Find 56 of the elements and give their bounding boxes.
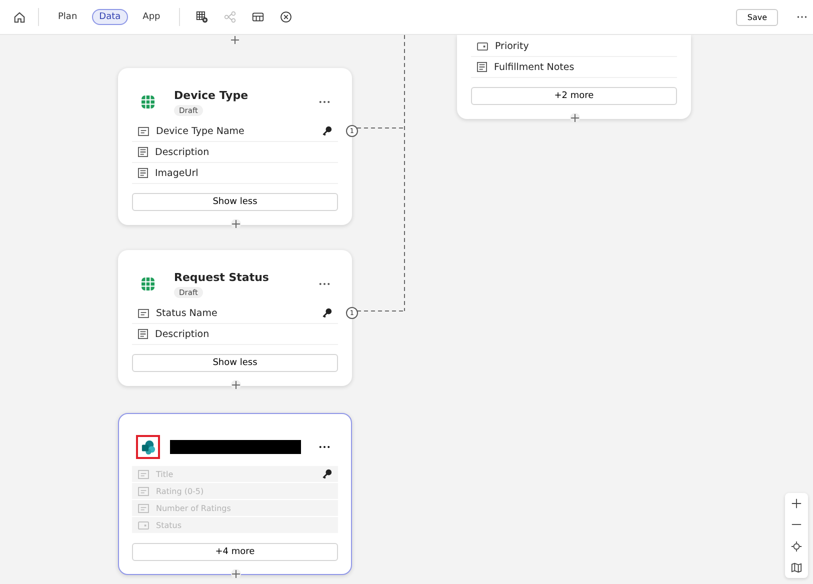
multiline-field-icon bbox=[138, 168, 148, 178]
show-more-button[interactable]: +4 more bbox=[132, 543, 338, 561]
show-more-button[interactable]: +2 more bbox=[471, 87, 677, 105]
field-name: Description bbox=[155, 146, 210, 158]
field-row[interactable]: Priority bbox=[471, 36, 677, 57]
card-view-icon[interactable] bbox=[252, 11, 264, 23]
field-row[interactable]: Description bbox=[132, 324, 338, 345]
more-icon[interactable] bbox=[319, 445, 330, 449]
table-icon bbox=[141, 277, 155, 291]
table-add-icon[interactable] bbox=[196, 11, 208, 23]
text-field-icon bbox=[138, 470, 149, 478]
add-icon[interactable] bbox=[570, 113, 580, 123]
multiline-field-icon bbox=[138, 147, 148, 157]
text-field-icon bbox=[138, 504, 149, 512]
recenter-icon[interactable] bbox=[791, 540, 802, 552]
field-name: Fulfillment Notes bbox=[494, 62, 576, 72]
field-row[interactable]: Description bbox=[132, 142, 338, 163]
field-name: Rating (0-5) bbox=[156, 486, 205, 496]
multiline-field-icon bbox=[138, 329, 148, 339]
view-tab[interactable]: Plan bbox=[51, 9, 84, 25]
field-name: Title bbox=[156, 470, 174, 478]
choice-field-icon bbox=[138, 520, 149, 530]
save-button[interactable]: Save bbox=[736, 8, 778, 26]
table-title: Device Type bbox=[174, 88, 248, 102]
field-name: Description bbox=[155, 328, 210, 340]
field-name: Status Name bbox=[156, 308, 218, 318]
choice-field-icon bbox=[477, 42, 488, 50]
more-icon[interactable] bbox=[319, 100, 330, 104]
text-field-icon bbox=[138, 308, 149, 318]
view-tab[interactable]: Data bbox=[92, 9, 128, 25]
table-title: Request Status bbox=[174, 270, 269, 284]
field-name: Status bbox=[156, 520, 182, 530]
show-more-button[interactable]: Show less bbox=[132, 193, 338, 211]
multiline-field-icon bbox=[477, 62, 487, 72]
add-icon[interactable] bbox=[231, 380, 241, 390]
field-row[interactable]: Fulfillment Notes bbox=[471, 57, 677, 78]
map-icon[interactable] bbox=[791, 562, 802, 573]
text-field-icon bbox=[138, 486, 149, 496]
field-name: Priority bbox=[495, 40, 530, 52]
text-field-icon bbox=[138, 126, 149, 136]
table-icon bbox=[141, 95, 155, 109]
add-icon[interactable] bbox=[231, 569, 241, 579]
close-icon[interactable] bbox=[280, 11, 292, 23]
field-name: ImageUrl bbox=[155, 168, 200, 178]
show-more-button[interactable]: Show less bbox=[132, 354, 338, 372]
app-logo-icon bbox=[140, 440, 156, 454]
zoom-in-icon[interactable] bbox=[791, 498, 802, 510]
field-row[interactable]: ImageUrl bbox=[132, 163, 338, 184]
add-icon[interactable] bbox=[230, 35, 240, 45]
add-icon[interactable] bbox=[231, 219, 241, 229]
field-name: Number of Ratings bbox=[156, 504, 232, 512]
more-icon[interactable] bbox=[797, 15, 807, 19]
view-tab[interactable]: App bbox=[136, 9, 168, 25]
home-icon[interactable] bbox=[13, 10, 26, 24]
more-icon[interactable] bbox=[319, 282, 330, 286]
field-name: Device Type Name bbox=[156, 126, 246, 136]
